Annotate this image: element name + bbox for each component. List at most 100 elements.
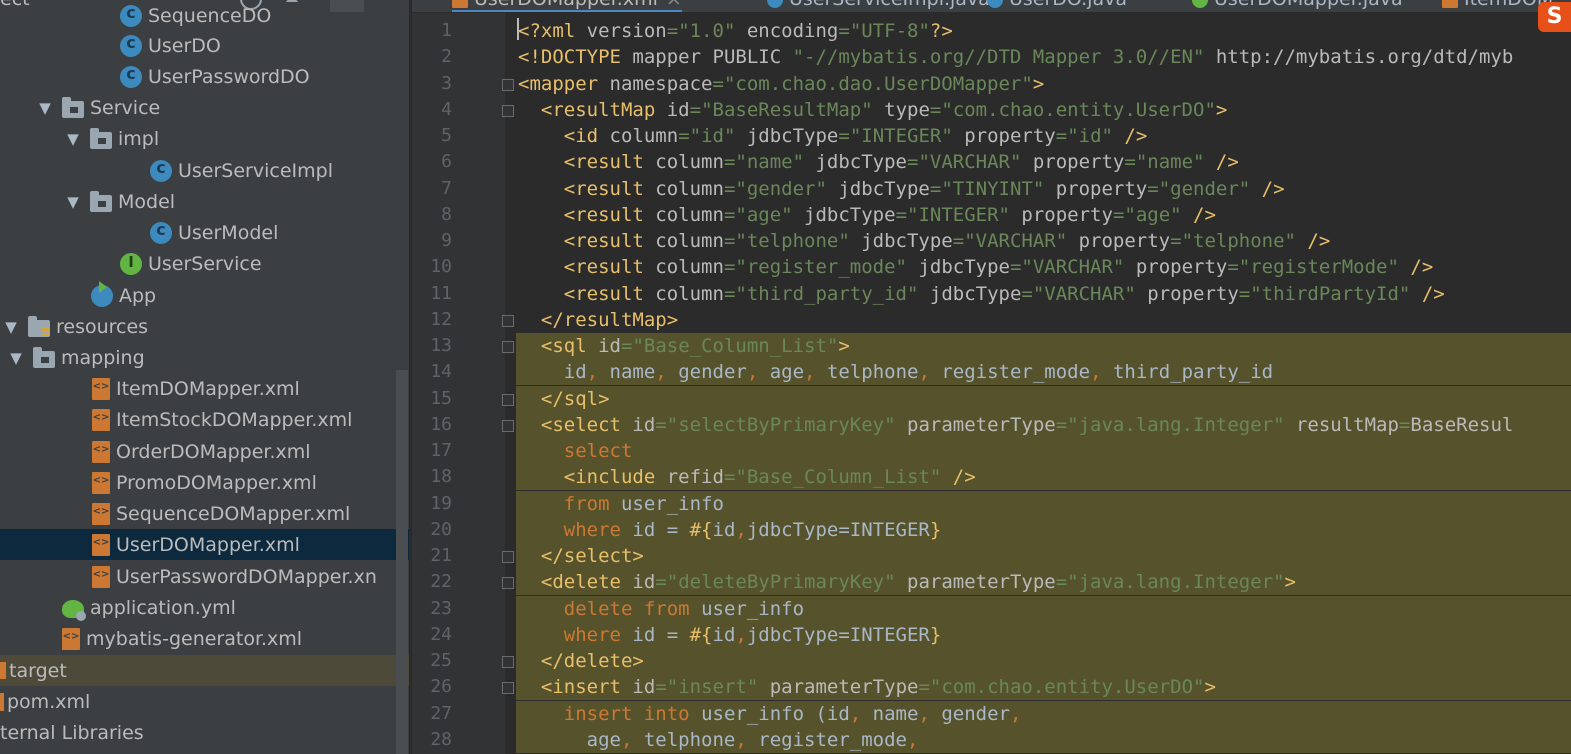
- tree-item[interactable]: ▼ resources: [0, 311, 411, 342]
- tree-item[interactable]: UserDO: [0, 30, 411, 61]
- xml-file-icon: [92, 565, 110, 588]
- line-number: 11: [430, 282, 452, 304]
- tree-item-label: PromoDOMapper.xml: [116, 471, 317, 494]
- code-line[interactable]: age, telphone, register_mode,: [518, 727, 919, 753]
- code-line[interactable]: from user_info: [518, 491, 724, 517]
- folder-icon: [0, 662, 6, 679]
- code-line[interactable]: <delete id="deleteByPrimaryKey" paramete…: [518, 569, 1296, 595]
- code-line[interactable]: <resultMap id="BaseResultMap" type="com.…: [518, 97, 1227, 123]
- tree-item[interactable]: ItemStockDOMapper.xml: [0, 404, 411, 435]
- code-line[interactable]: insert into user_info (id, name, gender,: [518, 701, 1022, 727]
- xml-file-icon: [92, 377, 110, 400]
- line-number: 24: [430, 623, 452, 645]
- xml-file-icon: [62, 627, 80, 650]
- code-line[interactable]: id, name, gender, age, telphone, registe…: [518, 359, 1273, 385]
- code-line[interactable]: <id column="id" jdbcType="INTEGER" prope…: [518, 123, 1148, 149]
- chevron-down-icon[interactable]: ▼: [34, 99, 56, 117]
- tree-item[interactable]: pom.xml: [0, 686, 411, 717]
- code-line[interactable]: select: [518, 438, 633, 464]
- project-panel: ect SequenceDOUserDOUserPasswordDO▼Servi…: [0, 0, 411, 754]
- code-line[interactable]: <include refid="Base_Column_List" />: [518, 464, 976, 490]
- tree-item-label: App: [119, 284, 157, 307]
- editor-tab[interactable]: ItemDOM: [1442, 0, 1553, 10]
- tree-item[interactable]: ternal Libraries: [0, 717, 411, 748]
- tree-item[interactable]: ▼ Model: [0, 186, 411, 217]
- code-line[interactable]: <result column="gender" jdbcType="TINYIN…: [518, 176, 1285, 202]
- sidebar-scrollbar[interactable]: [396, 370, 408, 754]
- code-line[interactable]: </sql>: [518, 386, 610, 412]
- tree-item[interactable]: ▼ mapping: [0, 342, 411, 373]
- sql-injection-highlight: [516, 543, 1571, 569]
- tree-item[interactable]: ItemDOMapper.xml: [0, 373, 411, 404]
- line-number: 26: [430, 676, 452, 698]
- code-editor[interactable]: <?xml version="1.0" encoding="UTF-8"?> <!…: [506, 13, 1571, 754]
- chevron-down-icon[interactable]: ▼: [5, 349, 27, 367]
- code-line[interactable]: <?xml version="1.0" encoding="UTF-8"?>: [518, 18, 953, 44]
- code-line[interactable]: <sql id="Base_Column_List">: [518, 333, 850, 359]
- tree-item-label: SequenceDOMapper.xml: [116, 502, 351, 525]
- code-line[interactable]: <mapper namespace="com.chao.dao.UserDOMa…: [518, 71, 1044, 97]
- tree-item[interactable]: SequenceDO: [0, 0, 411, 31]
- code-line[interactable]: <select id="selectByPrimaryKey" paramete…: [518, 412, 1513, 438]
- tree-item[interactable]: UserModel: [0, 217, 411, 248]
- code-line[interactable]: <result column="name" jdbcType="VARCHAR"…: [518, 149, 1239, 175]
- text-caret: [517, 18, 519, 40]
- editor-tab[interactable]: UserDOMapper.xml ×: [452, 0, 682, 12]
- code-line[interactable]: where id = #{id,jdbcType=INTEGER}: [518, 622, 942, 648]
- chevron-down-icon[interactable]: ▼: [0, 318, 22, 336]
- tree-item[interactable]: mybatis-generator.xml: [0, 623, 411, 654]
- java-class-icon: [120, 64, 142, 88]
- code-line[interactable]: <!DOCTYPE mapper PUBLIC "-//mybatis.org/…: [518, 44, 1513, 70]
- tree-item-label: UserService: [148, 252, 262, 275]
- tree-item-label: ternal Libraries: [0, 721, 144, 744]
- editor-tab[interactable]: UserDOMapper.java: [1192, 0, 1403, 10]
- tree-item[interactable]: UserDOMapper.xml: [0, 529, 411, 560]
- line-number: 17: [430, 440, 452, 461]
- code-line[interactable]: <result column="register_mode" jdbcType=…: [518, 254, 1434, 280]
- code-line[interactable]: <result column="telphone" jdbcType="VARC…: [518, 228, 1331, 254]
- code-line[interactable]: <result column="age" jdbcType="INTEGER" …: [518, 202, 1216, 228]
- code-line[interactable]: </resultMap>: [518, 307, 678, 333]
- tree-item[interactable]: application.yml: [0, 592, 411, 623]
- line-number: 25: [430, 650, 452, 671]
- tree-item-label: Service: [90, 96, 161, 119]
- line-number: 22: [430, 571, 452, 593]
- code-line[interactable]: </delete>: [518, 648, 644, 674]
- close-icon[interactable]: ×: [666, 0, 682, 10]
- code-line[interactable]: </select>: [518, 543, 644, 569]
- chevron-down-icon[interactable]: ▼: [62, 130, 84, 148]
- tree-item[interactable]: UserService: [0, 248, 411, 279]
- tree-item[interactable]: UserPasswordDO: [0, 61, 411, 92]
- code-line[interactable]: <insert id="insert" parameterType="com.c…: [518, 674, 1216, 700]
- line-number: 7: [441, 177, 452, 199]
- line-number: 1: [441, 20, 452, 41]
- editor-tab-label: UserDOMapper.java: [1214, 0, 1403, 10]
- tree-item[interactable]: UserPasswordDOMapper.xn: [0, 561, 411, 592]
- tree-item[interactable]: target: [0, 655, 411, 686]
- line-number: 18: [430, 466, 452, 488]
- tree-item[interactable]: ▼ Service: [0, 92, 411, 123]
- line-number: 9: [441, 230, 452, 251]
- tree-item[interactable]: UserServiceImpl: [0, 155, 411, 186]
- code-line[interactable]: delete from user_info: [518, 596, 804, 622]
- editor-tab[interactable]: UserDO.java: [987, 0, 1127, 10]
- code-line[interactable]: <result column="third_party_id" jdbcType…: [518, 281, 1445, 307]
- line-number: 16: [430, 413, 452, 435]
- chevron-down-icon[interactable]: ▼: [62, 193, 84, 211]
- line-number: 27: [430, 702, 452, 724]
- java-class-icon: [150, 220, 172, 244]
- yaml-config-icon: [62, 599, 86, 621]
- folder-icon: [33, 346, 55, 368]
- tree-item-label: mapping: [61, 346, 145, 369]
- tree-item[interactable]: OrderDOMapper.xml: [0, 436, 411, 467]
- tree-item-label: mybatis-generator.xml: [86, 627, 303, 650]
- tree-item[interactable]: SequenceDOMapper.xml: [0, 498, 411, 529]
- line-number: 12: [430, 308, 452, 330]
- tree-item[interactable]: ▼ impl: [0, 123, 411, 154]
- editor-tab-label: UserDOMapper.xml: [474, 0, 658, 10]
- code-line[interactable]: where id = #{id,jdbcType=INTEGER}: [518, 517, 942, 543]
- tree-item[interactable]: App: [0, 280, 411, 311]
- editor-tab[interactable]: UserServiceImpl.java: [767, 0, 990, 10]
- tree-item[interactable]: PromoDOMapper.xml: [0, 467, 411, 498]
- line-number: 5: [441, 125, 452, 146]
